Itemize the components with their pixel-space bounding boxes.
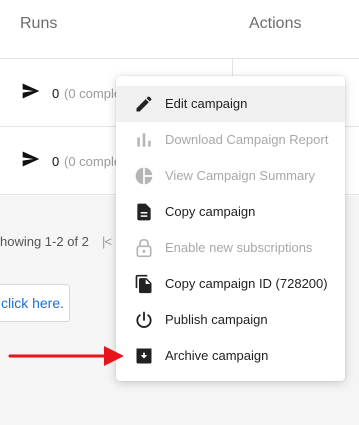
send-icon bbox=[22, 151, 40, 167]
annotation-arrow-icon bbox=[8, 346, 124, 366]
lock-icon bbox=[136, 238, 152, 258]
menu-item-publish-campaign[interactable]: Publish campaign bbox=[116, 302, 345, 338]
click-here-button[interactable]: click here. bbox=[0, 284, 70, 322]
document-icon bbox=[137, 203, 151, 221]
menu-item-archive-campaign[interactable]: Archive campaign bbox=[116, 338, 345, 374]
menu-item-label: Download Campaign Report bbox=[165, 132, 329, 147]
menu-item-label: Archive campaign bbox=[165, 348, 269, 363]
table-header: Runs Actions bbox=[0, 0, 359, 59]
menu-item-copy-campaign-id[interactable]: Copy campaign ID (728200) bbox=[116, 266, 345, 302]
menu-item-edit-campaign[interactable]: Edit campaign bbox=[116, 86, 345, 122]
menu-item-download-report[interactable]: Download Campaign Report bbox=[116, 122, 345, 158]
menu-item-label: Copy campaign bbox=[165, 204, 256, 219]
archive-icon bbox=[136, 348, 152, 364]
menu-item-label: Copy campaign ID (728200) bbox=[165, 276, 328, 291]
actions-dropdown-menu: Edit campaign Download Campaign Report V… bbox=[116, 76, 345, 381]
power-icon bbox=[136, 311, 152, 328]
menu-item-label: Edit campaign bbox=[165, 96, 248, 111]
menu-item-view-summary[interactable]: View Campaign Summary bbox=[116, 158, 345, 194]
first-page-button[interactable]: |< bbox=[102, 234, 112, 249]
pie-chart-icon bbox=[135, 167, 153, 185]
pagination-summary: howing 1-2 of 2 bbox=[0, 234, 89, 249]
copy-icon bbox=[135, 274, 152, 294]
run-status: (0 comple bbox=[64, 86, 122, 101]
pencil-icon bbox=[136, 96, 152, 112]
bar-chart-icon bbox=[137, 133, 151, 147]
menu-item-label: View Campaign Summary bbox=[165, 168, 316, 183]
menu-item-label: Enable new subscriptions bbox=[165, 240, 313, 255]
click-here-label: click here. bbox=[1, 295, 65, 311]
run-status: (0 comple bbox=[64, 154, 122, 169]
menu-item-copy-campaign[interactable]: Copy campaign bbox=[116, 194, 345, 230]
run-count: 0 bbox=[52, 86, 60, 101]
menu-item-enable-subscriptions[interactable]: Enable new subscriptions bbox=[116, 230, 345, 266]
send-icon bbox=[22, 83, 40, 99]
menu-item-label: Publish campaign bbox=[165, 312, 268, 327]
runs-column-header: Runs bbox=[20, 15, 58, 32]
run-count: 0 bbox=[52, 154, 60, 169]
actions-column-header: Actions bbox=[249, 15, 302, 32]
